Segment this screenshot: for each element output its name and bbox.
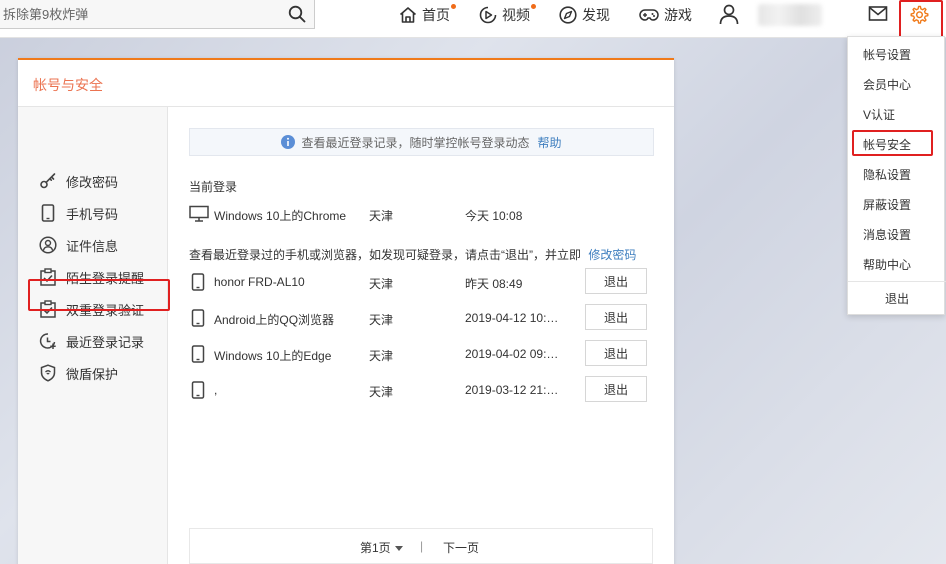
sidebar: 修改密码 手机号码 证件信息 陌生登录提醒 双重登录验证 最近登录记录 微盾保护 bbox=[18, 107, 168, 564]
highlight-gear bbox=[899, 0, 943, 38]
login-location: 天津 bbox=[369, 349, 394, 363]
sidebar-item-label: 最近登录记录 bbox=[66, 334, 145, 350]
new-dot bbox=[451, 4, 456, 9]
next-page-button[interactable]: 下一页 bbox=[443, 539, 479, 556]
highlight-account-security bbox=[852, 130, 933, 156]
login-location: 天津 bbox=[369, 277, 394, 291]
nav-video[interactable]: 视频 bbox=[478, 4, 530, 26]
mail-icon[interactable] bbox=[868, 5, 888, 23]
help-link[interactable]: 帮助 bbox=[538, 134, 562, 151]
login-time: 2019-04-02 09:… bbox=[465, 347, 559, 361]
nav-discover[interactable]: 发现 bbox=[558, 4, 610, 26]
table-row: Windows 10上的Edge 天津 2019-04-02 09:… 退出 bbox=[189, 340, 654, 368]
menu-item-block[interactable]: 屏蔽设置 bbox=[848, 192, 946, 216]
account-security-panel: 帐号与安全 修改密码 手机号码 证件信息 陌生登录提醒 双重登录验证 最近登录记… bbox=[18, 58, 674, 564]
nav-home[interactable]: 首页 bbox=[398, 4, 450, 26]
table-row: , 天津 2019-03-12 21:… 退出 bbox=[189, 376, 654, 404]
logout-button[interactable]: 退出 bbox=[585, 304, 647, 330]
phone-icon bbox=[191, 381, 205, 399]
menu-item-help[interactable]: 帮助中心 bbox=[848, 252, 946, 276]
sidebar-item-phone[interactable]: 手机号码 bbox=[18, 197, 168, 229]
discover-icon bbox=[559, 6, 577, 24]
shield-icon bbox=[40, 364, 56, 382]
info-icon bbox=[281, 135, 296, 149]
notice-bar: 查看最近登录记录，随时掌控帐号登录动态 帮助 bbox=[189, 128, 654, 156]
settings-dropdown: 帐号设置 会员中心 V认证 帐号安全 隐私设置 屏蔽设置 消息设置 帮助中心 退… bbox=[847, 36, 946, 315]
recent-logins-label: 查看最近登录过的手机或浏览器，如发现可疑登录，请点击“退出”，并立即 修改密码 bbox=[189, 246, 659, 263]
device-name: Windows 10上的Chrome bbox=[214, 209, 347, 223]
nav-video-label: 视频 bbox=[502, 7, 530, 23]
login-location: 天津 bbox=[369, 385, 394, 399]
user-icon[interactable] bbox=[718, 3, 740, 25]
pager-separator: | bbox=[420, 539, 424, 553]
recent-logins-text: 查看最近登录过的手机或浏览器，如发现可疑登录，请点击“退出”，并立即 bbox=[189, 248, 581, 262]
panel-title: 帐号与安全 bbox=[18, 60, 674, 107]
menu-item-message[interactable]: 消息设置 bbox=[848, 222, 946, 246]
key-icon bbox=[40, 173, 56, 189]
current-login-label: 当前登录 bbox=[189, 180, 238, 194]
sidebar-item-label: 证件信息 bbox=[66, 238, 119, 254]
nav-game-label: 游戏 bbox=[664, 7, 692, 23]
current-login-row: Windows 10上的Chrome 天津 今天 10:08 bbox=[189, 200, 654, 228]
table-row: Android上的QQ浏览器 天津 2019-04-12 10:… 退出 bbox=[189, 304, 654, 332]
game-icon bbox=[639, 9, 659, 21]
login-time: 昨天 08:49 bbox=[465, 277, 523, 291]
pagination: 第1页 | 下一页 bbox=[189, 528, 653, 564]
login-time: 今天 10:08 bbox=[465, 209, 523, 223]
menu-item-v-verify[interactable]: V认证 bbox=[848, 102, 946, 126]
monitor-icon bbox=[189, 205, 209, 222]
nav-home-label: 首页 bbox=[422, 7, 450, 23]
change-password-link[interactable]: 修改密码 bbox=[588, 248, 636, 262]
page-label: 第1页 bbox=[360, 541, 391, 555]
login-location: 天津 bbox=[369, 313, 394, 327]
logout-button[interactable]: 退出 bbox=[585, 268, 647, 294]
content-area: 查看最近登录记录，随时掌控帐号登录动态 帮助 当前登录 Windows 10上的… bbox=[168, 107, 674, 564]
id-icon bbox=[39, 236, 57, 254]
new-dot bbox=[531, 4, 536, 9]
search-input[interactable] bbox=[3, 4, 273, 24]
menu-item-privacy[interactable]: 隐私设置 bbox=[848, 162, 946, 186]
sidebar-item-shield[interactable]: 微盾保护 bbox=[18, 357, 168, 389]
phone-icon bbox=[191, 345, 205, 363]
phone-icon bbox=[191, 309, 205, 327]
page-select[interactable]: 第1页 bbox=[360, 539, 404, 556]
menu-item-logout[interactable]: 退出 bbox=[848, 286, 946, 310]
device-name: , bbox=[214, 383, 218, 397]
menu-item-account-settings[interactable]: 帐号设置 bbox=[848, 42, 946, 66]
highlight-recent-logins bbox=[28, 279, 170, 311]
nav-game[interactable]: 游戏 bbox=[638, 4, 692, 26]
logout-button[interactable]: 退出 bbox=[585, 340, 647, 366]
sidebar-item-label: 微盾保护 bbox=[66, 366, 119, 382]
sidebar-item-recent-logins[interactable]: 最近登录记录 bbox=[18, 325, 168, 357]
sidebar-item-label: 修改密码 bbox=[66, 174, 119, 190]
login-time: 2019-04-12 10:… bbox=[465, 311, 559, 325]
home-icon bbox=[399, 7, 417, 23]
search-box bbox=[0, 0, 315, 29]
search-icon[interactable] bbox=[288, 5, 306, 23]
sidebar-item-change-password[interactable]: 修改密码 bbox=[18, 165, 168, 197]
device-name: Android上的QQ浏览器 bbox=[214, 313, 335, 327]
phone-icon bbox=[41, 204, 55, 222]
logout-button[interactable]: 退出 bbox=[585, 376, 647, 402]
nav-discover-label: 发现 bbox=[582, 7, 610, 23]
menu-divider bbox=[848, 281, 946, 282]
video-icon bbox=[479, 6, 497, 24]
device-name: Windows 10上的Edge bbox=[214, 349, 332, 363]
top-bar: 首页 视频 发现 游戏 bbox=[0, 0, 946, 38]
device-name: honor FRD-AL10 bbox=[214, 275, 305, 289]
login-time: 2019-03-12 21:… bbox=[465, 383, 559, 397]
notice-text: 查看最近登录记录，随时掌控帐号登录动态 bbox=[301, 135, 530, 150]
table-row: honor FRD-AL10 天津 昨天 08:49 退出 bbox=[189, 268, 654, 296]
caret-down-icon bbox=[395, 546, 404, 552]
sidebar-item-label: 手机号码 bbox=[66, 206, 119, 222]
phone-icon bbox=[191, 273, 205, 291]
username-blurred bbox=[758, 4, 822, 26]
login-location: 天津 bbox=[369, 209, 394, 223]
clock-plus-icon bbox=[39, 333, 56, 349]
sidebar-item-id[interactable]: 证件信息 bbox=[18, 229, 168, 261]
menu-item-member-center[interactable]: 会员中心 bbox=[848, 72, 946, 96]
